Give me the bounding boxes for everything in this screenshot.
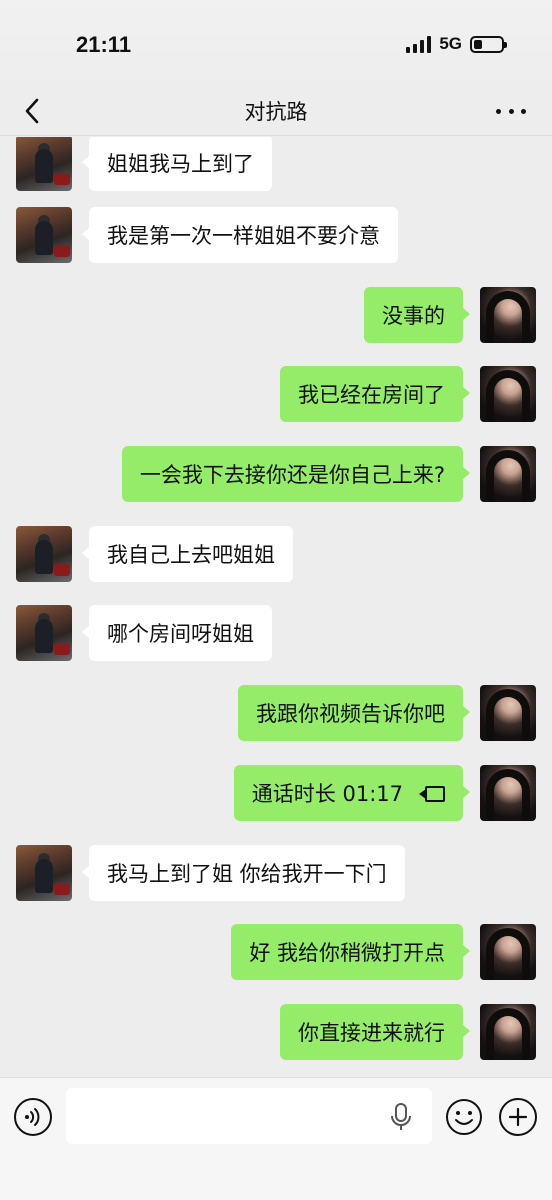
message-row: 我已经在房间了	[0, 366, 552, 424]
user-avatar[interactable]	[480, 924, 536, 980]
user-avatar[interactable]	[480, 1004, 536, 1060]
emoji-icon[interactable]	[445, 1098, 483, 1136]
contact-avatar[interactable]	[16, 137, 72, 191]
message-row: 你直接进来就行	[0, 1004, 552, 1062]
message-row: 好 我给你稍微打开点	[0, 924, 552, 982]
contact-avatar[interactable]	[16, 526, 72, 582]
status-time: 21:11	[76, 32, 132, 57]
user-avatar[interactable]	[480, 685, 536, 741]
signal-icon	[406, 35, 432, 53]
chat-header: 对抗路	[0, 88, 552, 136]
plus-icon	[508, 1107, 528, 1127]
message-row: 我自己上去吧姐姐	[0, 526, 552, 584]
status-bar: 21:11 5G	[0, 0, 552, 88]
outgoing-message-bubble[interactable]: 我跟你视频告诉你吧	[238, 685, 470, 741]
outgoing-message-bubble[interactable]: 你直接进来就行	[280, 1004, 470, 1060]
more-dot-icon	[508, 108, 514, 114]
message-row: 没事的	[0, 287, 552, 345]
incoming-message-bubble[interactable]: 哪个房间呀姐姐	[82, 605, 272, 661]
mic-icon[interactable]	[390, 1102, 412, 1132]
video-call-record-bubble[interactable]: 通话时长 01:17	[233, 765, 471, 821]
outgoing-message-bubble[interactable]: 没事的	[364, 287, 470, 343]
message-list[interactable]: 姐姐我马上到了 我是第一次一样姐姐不要介意 没事的 我已经在房间了 一会我下去接…	[0, 137, 552, 1077]
incoming-message-bubble[interactable]: 姐姐我马上到了	[82, 137, 272, 191]
voice-toggle-button[interactable]	[14, 1098, 52, 1136]
message-row: 哪个房间呀姐姐	[0, 605, 552, 663]
outgoing-message-bubble[interactable]: 我已经在房间了	[280, 366, 470, 422]
contact-avatar[interactable]	[16, 207, 72, 263]
status-indicators: 5G	[406, 34, 507, 54]
user-avatar[interactable]	[480, 446, 536, 502]
message-input[interactable]	[66, 1088, 432, 1144]
contact-avatar[interactable]	[16, 845, 72, 901]
message-row: 通话时长 01:17	[0, 765, 552, 823]
message-row: 我马上到了姐 你给我开一下门	[0, 845, 552, 903]
more-options-button[interactable]	[496, 96, 526, 126]
network-type: 5G	[439, 34, 462, 53]
message-row: 姐姐我马上到了	[0, 137, 552, 193]
user-avatar[interactable]	[480, 366, 536, 422]
message-row: 我跟你视频告诉你吧	[0, 685, 552, 743]
incoming-message-bubble[interactable]: 我是第一次一样姐姐不要介意	[82, 207, 398, 263]
input-bar	[0, 1077, 552, 1200]
outgoing-message-bubble[interactable]: 一会我下去接你还是你自己上来?	[121, 446, 471, 502]
more-dot-icon	[521, 108, 526, 114]
contact-avatar[interactable]	[16, 605, 72, 661]
battery-icon	[470, 35, 507, 53]
outgoing-message-bubble[interactable]: 好 我给你稍微打开点	[231, 924, 470, 980]
incoming-message-bubble[interactable]: 我自己上去吧姐姐	[82, 526, 293, 582]
video-call-icon	[419, 784, 445, 802]
more-actions-button[interactable]	[499, 1098, 537, 1136]
user-avatar[interactable]	[480, 765, 536, 821]
call-duration-text: 通话时长 01:17	[251, 782, 403, 806]
voice-icon	[25, 1108, 40, 1126]
message-row: 一会我下去接你还是你自己上来?	[0, 446, 552, 504]
chat-title: 对抗路	[244, 100, 308, 124]
incoming-message-bubble[interactable]: 我马上到了姐 你给我开一下门	[82, 845, 405, 901]
user-avatar[interactable]	[480, 287, 536, 343]
more-dot-icon	[496, 108, 501, 114]
message-row: 我是第一次一样姐姐不要介意	[0, 207, 552, 265]
